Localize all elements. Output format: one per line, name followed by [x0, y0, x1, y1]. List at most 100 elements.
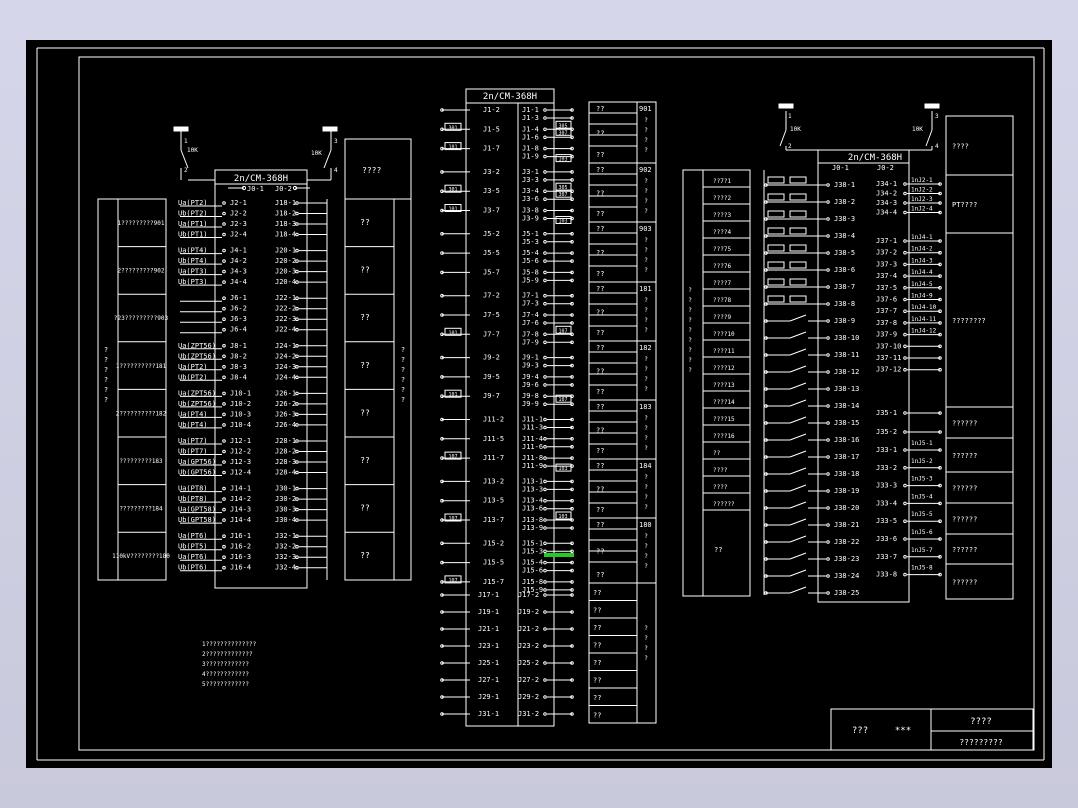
terminal-label: J4-4: [230, 278, 247, 286]
side-vertical: ?: [644, 625, 648, 632]
terminal-tag: 1nJ5-5: [911, 511, 933, 518]
terminal-label: J18-4: [275, 231, 296, 239]
terminal-label: J3-3: [522, 176, 539, 184]
terminal-dot: [295, 232, 299, 237]
group-vertical: ?: [644, 237, 648, 244]
terminal-label: J9-7: [483, 392, 500, 400]
group-vertical: ?: [644, 445, 648, 452]
terminal-label: J13-1: [522, 477, 543, 485]
terminal-tag: 1nJ5-1: [911, 440, 933, 447]
terminal-dot: [543, 593, 547, 597]
terminal-dot: [222, 555, 226, 560]
terminal-dot: [903, 321, 907, 325]
terminal-label: J38-20: [834, 504, 859, 512]
switch-label: 10K: [311, 150, 322, 157]
terminal-label: J22-4: [275, 326, 296, 334]
left-label: ????7: [713, 280, 731, 287]
terminal-label: J30-2: [275, 495, 296, 503]
right-cell: ??: [360, 218, 370, 227]
terminal-dot: [543, 135, 547, 140]
terminal-dot: [543, 661, 547, 665]
terminal-label: J38-12: [834, 368, 859, 376]
terminal-label: J30-4: [275, 516, 296, 524]
terminal-label: J38-9: [834, 317, 855, 325]
cell-label: ??: [596, 462, 604, 470]
terminal-dot: [222, 486, 226, 491]
terminal-dot: [295, 248, 299, 253]
left-vertical-c: ?: [688, 337, 692, 344]
terminal-label: J37-9: [876, 331, 897, 339]
group-vertical: ?: [644, 484, 648, 491]
group-vertical: ?: [644, 127, 648, 134]
contact-blade: [789, 518, 807, 526]
terminal-dot: [543, 108, 547, 112]
terminal-dot: [543, 293, 547, 298]
terminal-label: J18-2: [275, 210, 296, 218]
group-vertical: ?: [644, 188, 648, 195]
right-cell: ??: [360, 266, 370, 275]
coil: [767, 210, 785, 218]
right-cell: ??????: [952, 452, 977, 460]
terminal-label: J29-2: [518, 693, 539, 701]
terminal-label: J15-1: [522, 539, 543, 547]
terminal-dot: [295, 470, 299, 475]
group-vertical: ?: [644, 327, 648, 334]
terminal-dot: [222, 507, 226, 512]
terminal-dot: [295, 507, 299, 512]
terminal-dot: [295, 497, 299, 501]
coil: [767, 227, 785, 235]
terminal-label: J5-8: [522, 268, 539, 276]
terminal-label: J7-7: [483, 330, 500, 338]
terminal-label: J33-1: [876, 446, 897, 454]
contact-blade: [789, 552, 807, 560]
terminal-label: J19-2: [518, 608, 539, 616]
terminal-label: J38-8: [834, 300, 855, 308]
terminal-label: J7-8: [522, 330, 539, 338]
left-vertical-c: ?: [688, 327, 692, 334]
tag-label: 301: [448, 125, 457, 131]
terminal-dot: [543, 170, 547, 174]
terminal-dot: [826, 574, 830, 578]
switch-label: 2: [184, 167, 188, 174]
terminal-dot: [543, 695, 547, 699]
contact-blade: [789, 331, 807, 339]
terminal-dot: [543, 541, 547, 546]
group-number: 183: [639, 403, 652, 411]
terminal-dot: [903, 191, 907, 196]
terminal-dot: [826, 183, 830, 187]
switch-label: 2: [788, 143, 792, 150]
terminal-label: J31-2: [518, 710, 539, 718]
terminal-label: J24-2: [275, 352, 296, 360]
terminal-dot: [826, 506, 830, 510]
terminal-label: J4-1: [230, 247, 247, 255]
terminal-label: J15-4: [522, 559, 543, 567]
group-description: 1??????????181: [116, 363, 167, 370]
terminal-label: J10-2: [230, 400, 251, 408]
terminal-dot: [543, 154, 547, 159]
terminal-label: J3-2: [483, 168, 500, 176]
terminal-label: J11-5: [483, 435, 504, 443]
switch-blade: [323, 149, 332, 169]
terminal-label: J8-1: [230, 342, 247, 350]
terminal-tag: 1nJ5-7: [911, 547, 933, 554]
terminal-label: J12-4: [230, 469, 251, 477]
contact-blade: [789, 501, 807, 509]
terminal-label: J1-8: [522, 145, 539, 153]
left-label: ????3: [713, 212, 731, 219]
terminal-label: J30-1: [275, 485, 296, 493]
coil: [789, 193, 807, 201]
cell-label: ??: [596, 190, 604, 198]
group-vertical: ?: [644, 267, 648, 274]
contact-blade: [789, 348, 807, 356]
terminal-label: J38-4: [834, 232, 855, 240]
terminal-dot: [222, 534, 226, 539]
terminal-label: J2-2: [230, 210, 247, 218]
cell-label: ??: [596, 344, 604, 352]
bus-bar: [173, 126, 189, 132]
left-label: ????11: [713, 348, 735, 355]
terminal-label: J5-3: [522, 238, 539, 246]
group-vertical: ?: [644, 504, 648, 511]
cell-label: ??: [593, 589, 601, 597]
terminal-label: J6-2: [230, 305, 247, 313]
terminal-dot: [295, 344, 299, 348]
